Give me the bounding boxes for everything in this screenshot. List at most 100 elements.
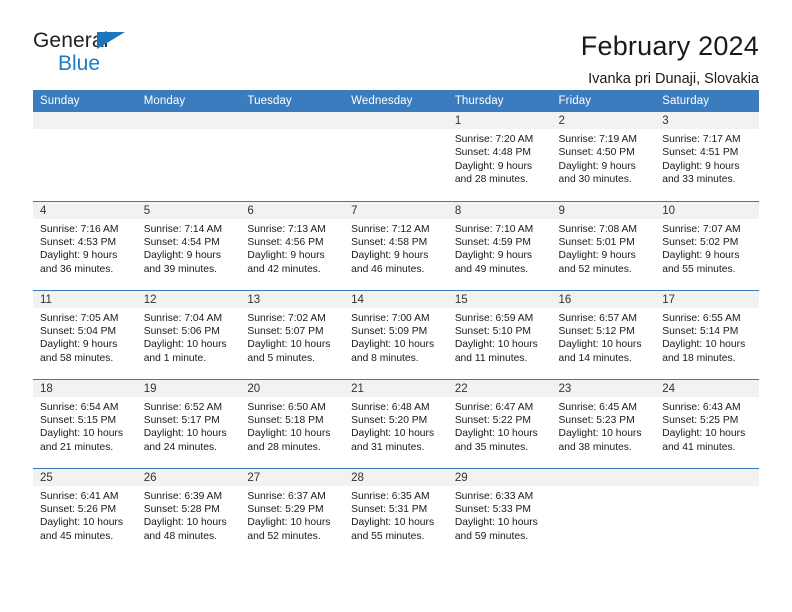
sunset-time: Sunset: 5:09 PM (351, 325, 428, 337)
daylight-duration-line1: Daylight: 10 hours (40, 428, 123, 440)
calendar-day-cell[interactable]: 22 Sunrise: 6:47 AM Sunset: 5:22 PM Dayligh… (447, 378, 552, 468)
sunset-time: Sunset: 5:14 PM (662, 325, 739, 337)
calendar-day-cell[interactable]: 7 Sunrise: 7:12 AM Sunset: 4:58 PM Daylight… (344, 200, 448, 290)
sunrise-time: Sunrise: 7:14 AM (143, 223, 223, 235)
daylight-duration-line2: and 35 minutes. (454, 441, 529, 453)
sunrise-time: Sunrise: 7:07 AM (662, 223, 741, 235)
daylight-duration-line1: Daylight: 10 hours (558, 339, 642, 351)
sunset-time: Sunset: 4:56 PM (247, 236, 324, 248)
day-number: 18 (33, 379, 137, 397)
sunrise-time: Sunrise: 7:02 AM (247, 312, 326, 324)
calendar-day-cell[interactable]: 6 Sunrise: 7:13 AM Sunset: 4:56 PM Daylight… (240, 200, 345, 290)
calendar-day-cell[interactable]: 1 Sunrise: 7:20 AM Sunset: 4:48 PM Daylight… (447, 112, 552, 201)
sunset-time: Sunset: 5:01 PM (558, 236, 635, 248)
page-subtitle: Ivanka pri Dunaji, Slovakia (588, 71, 759, 87)
daylight-duration-line1: Daylight: 10 hours (143, 339, 227, 351)
sunset-time: Sunset: 5:15 PM (40, 414, 117, 426)
daylight-duration-line1: Daylight: 10 hours (662, 428, 746, 440)
day-number: 6 (240, 201, 345, 219)
day-details: Sunrise: 6:37 AM Sunset: 5:29 PM Daylight:… (240, 486, 344, 544)
calendar-day-cell[interactable]: 26 Sunrise: 6:39 AM Sunset: 5:28 PM Dayligh… (136, 467, 241, 557)
day-number (655, 468, 759, 486)
sunrise-time: Sunrise: 7:12 AM (351, 223, 430, 235)
sunrise-time: Sunrise: 7:17 AM (662, 134, 741, 145)
daylight-duration-line1: Daylight: 9 hours (143, 250, 221, 262)
calendar-day-cell[interactable]: 2 Sunrise: 7:19 AM Sunset: 4:50 PM Daylight… (551, 112, 656, 201)
day-details: Sunrise: 6:33 AM Sunset: 5:33 PM Daylight:… (448, 486, 552, 544)
calendar-day-cell[interactable]: 10 Sunrise: 7:07 AM Sunset: 5:02 PM Dayligh… (655, 200, 759, 290)
calendar-day-cell[interactable]: 29 Sunrise: 6:33 AM Sunset: 5:33 PM Dayligh… (447, 467, 552, 557)
day-number: 16 (551, 290, 656, 308)
calendar-page: General Blue February 2024 Ivanka pri Du… (0, 0, 792, 612)
day-number: 28 (344, 468, 448, 486)
calendar-day-cell[interactable]: 21 Sunrise: 6:48 AM Sunset: 5:20 PM Dayligh… (344, 378, 448, 468)
day-number: 21 (344, 379, 448, 397)
daylight-duration-line2: and 28 minutes. (454, 174, 529, 186)
brand-name-blue: Blue (58, 52, 101, 75)
weekday-header-tuesday: Tuesday (240, 90, 345, 112)
daylight-duration-line2: and 33 minutes. (662, 174, 736, 186)
calendar-day-cell-empty (655, 467, 759, 557)
calendar-day-cell[interactable]: 15 Sunrise: 6:59 AM Sunset: 5:10 PM Dayligh… (447, 289, 552, 379)
daylight-duration-line1: Daylight: 9 hours (662, 160, 740, 172)
sunset-time: Sunset: 5:06 PM (143, 325, 220, 337)
calendar-day-cell[interactable]: 14 Sunrise: 7:00 AM Sunset: 5:09 PM Dayligh… (344, 289, 448, 379)
calendar-day-cell[interactable]: 4 Sunrise: 7:16 AM Sunset: 4:53 PM Daylight… (33, 200, 137, 290)
day-number: 29 (447, 468, 552, 486)
calendar-day-cell[interactable]: 24 Sunrise: 6:43 AM Sunset: 5:25 PM Dayligh… (655, 378, 759, 468)
day-details: Sunrise: 7:08 AM Sunset: 5:01 PM Daylight:… (552, 219, 656, 277)
day-details: Sunrise: 6:59 AM Sunset: 5:10 PM Daylight:… (448, 308, 552, 366)
daylight-duration-line2: and 39 minutes. (143, 263, 217, 275)
calendar-day-cell[interactable]: 17 Sunrise: 6:55 AM Sunset: 5:14 PM Dayligh… (655, 289, 759, 379)
day-details: Sunrise: 7:12 AM Sunset: 4:58 PM Daylight:… (344, 219, 448, 277)
sunset-time: Sunset: 4:51 PM (662, 147, 739, 159)
day-number: 8 (447, 201, 552, 219)
brand-logo[interactable]: General Blue (33, 30, 145, 76)
sunset-time: Sunset: 5:31 PM (351, 503, 428, 515)
daylight-duration-line1: Daylight: 10 hours (558, 428, 642, 440)
daylight-duration-line2: and 52 minutes. (558, 263, 632, 275)
calendar-day-cell[interactable]: 16 Sunrise: 6:57 AM Sunset: 5:12 PM Dayligh… (551, 289, 656, 379)
calendar-day-cell[interactable]: 20 Sunrise: 6:50 AM Sunset: 5:18 PM Dayligh… (240, 378, 345, 468)
calendar-day-cell[interactable]: 28 Sunrise: 6:35 AM Sunset: 5:31 PM Dayligh… (344, 467, 448, 557)
sunrise-time: Sunrise: 6:39 AM (143, 490, 223, 502)
calendar-day-cell-empty (240, 112, 345, 201)
weekday-header-friday: Friday (551, 90, 656, 112)
calendar-day-cell[interactable]: 27 Sunrise: 6:37 AM Sunset: 5:29 PM Dayligh… (240, 467, 345, 557)
calendar-day-cell[interactable]: 18 Sunrise: 6:54 AM Sunset: 5:15 PM Dayligh… (33, 378, 137, 468)
sunrise-time: Sunrise: 7:19 AM (558, 134, 637, 145)
daylight-duration-line2: and 30 minutes. (558, 174, 632, 186)
day-number: 15 (447, 290, 552, 308)
daylight-duration-line2: and 58 minutes. (40, 352, 114, 364)
day-number: 23 (551, 379, 656, 397)
daylight-duration-line1: Daylight: 9 hours (454, 250, 533, 262)
daylight-duration-line2: and 41 minutes. (662, 441, 736, 453)
calendar-day-cell[interactable]: 11 Sunrise: 7:05 AM Sunset: 5:04 PM Dayligh… (33, 289, 137, 379)
sunset-time: Sunset: 5:33 PM (454, 503, 531, 515)
sunrise-time: Sunrise: 7:05 AM (40, 312, 119, 324)
calendar-day-cell[interactable]: 19 Sunrise: 6:52 AM Sunset: 5:17 PM Dayligh… (136, 378, 241, 468)
day-details: Sunrise: 7:17 AM Sunset: 4:51 PM Daylight:… (655, 129, 759, 187)
daylight-duration-line2: and 38 minutes. (558, 441, 632, 453)
sunrise-time: Sunrise: 7:10 AM (454, 223, 534, 235)
day-number: 10 (655, 201, 759, 219)
calendar-day-cell[interactable]: 5 Sunrise: 7:14 AM Sunset: 4:54 PM Daylight… (136, 200, 241, 290)
sunrise-time: Sunrise: 7:00 AM (351, 312, 430, 324)
sunset-time: Sunset: 5:07 PM (247, 325, 324, 337)
day-number: 25 (33, 468, 137, 486)
day-number: 14 (344, 290, 448, 308)
daylight-duration-line2: and 21 minutes. (40, 441, 114, 453)
calendar-day-cell[interactable]: 3 Sunrise: 7:17 AM Sunset: 4:51 PM Daylight… (655, 112, 759, 201)
sunset-time: Sunset: 5:17 PM (143, 414, 220, 426)
sunrise-time: Sunrise: 6:35 AM (351, 490, 430, 502)
daylight-duration-line2: and 8 minutes. (351, 352, 419, 364)
daylight-duration-line2: and 11 minutes. (454, 352, 528, 364)
calendar-day-cell[interactable]: 9 Sunrise: 7:08 AM Sunset: 5:01 PM Daylight… (551, 200, 656, 290)
day-number: 3 (655, 112, 759, 129)
calendar-day-cell[interactable]: 12 Sunrise: 7:04 AM Sunset: 5:06 PM Dayligh… (136, 289, 241, 379)
calendar-day-cell[interactable]: 13 Sunrise: 7:02 AM Sunset: 5:07 PM Dayligh… (240, 289, 345, 379)
calendar-day-cell[interactable]: 8 Sunrise: 7:10 AM Sunset: 4:59 PM Daylight… (447, 200, 552, 290)
calendar-day-cell[interactable]: 25 Sunrise: 6:41 AM Sunset: 5:26 PM Dayligh… (33, 467, 137, 557)
sunrise-time: Sunrise: 6:33 AM (454, 490, 534, 502)
calendar-day-cell[interactable]: 23 Sunrise: 6:45 AM Sunset: 5:23 PM Dayligh… (551, 378, 656, 468)
